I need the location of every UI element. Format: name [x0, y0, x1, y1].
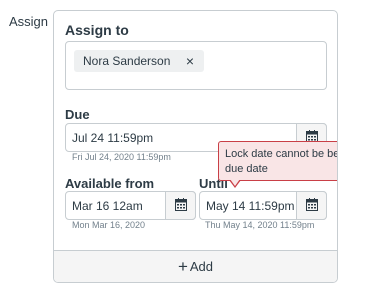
until-date-value: May 14 11:59pm — [206, 198, 295, 213]
assignee-name: Nora Sanderson — [83, 54, 171, 68]
add-assignment-button[interactable]: + Add — [54, 250, 337, 282]
available-from-label: Available from — [65, 176, 155, 191]
validation-error-tooltip: Lock date cannot be before due date — [218, 141, 337, 188]
until-calendar-button[interactable] — [296, 191, 327, 220]
assign-card: Assign to Nora Sanderson × Due Jul 24 11… — [53, 10, 338, 283]
due-date-hint: Fri Jul 24, 2020 11:59pm — [72, 152, 171, 162]
available-from-value: Mar 16 12am — [72, 198, 143, 213]
until-date-input[interactable]: May 14 11:59pm — [199, 191, 327, 220]
available-from-calendar-button[interactable] — [165, 191, 196, 220]
available-from-hint: Mon Mar 16, 2020 — [72, 220, 146, 230]
calendar-icon — [174, 197, 187, 214]
tooltip-text: Lock date cannot be before due date — [225, 148, 337, 175]
assign-to-title: Assign to — [65, 22, 129, 38]
due-label: Due — [65, 107, 90, 122]
assignee-token: Nora Sanderson × — [74, 50, 204, 72]
due-date-value: Jul 24 11:59pm — [72, 130, 154, 145]
calendar-icon — [305, 197, 318, 214]
until-date-hint: Thu May 14, 2020 11:59pm — [205, 220, 315, 230]
add-label: Add — [189, 259, 214, 274]
plus-icon: + — [177, 257, 188, 276]
tooltip-arrow — [229, 179, 241, 188]
assign-to-input[interactable]: Nora Sanderson × — [65, 41, 327, 90]
available-from-input[interactable]: Mar 16 12am — [65, 191, 196, 220]
close-icon[interactable]: × — [186, 53, 194, 69]
assign-side-label: Assign — [9, 14, 49, 29]
